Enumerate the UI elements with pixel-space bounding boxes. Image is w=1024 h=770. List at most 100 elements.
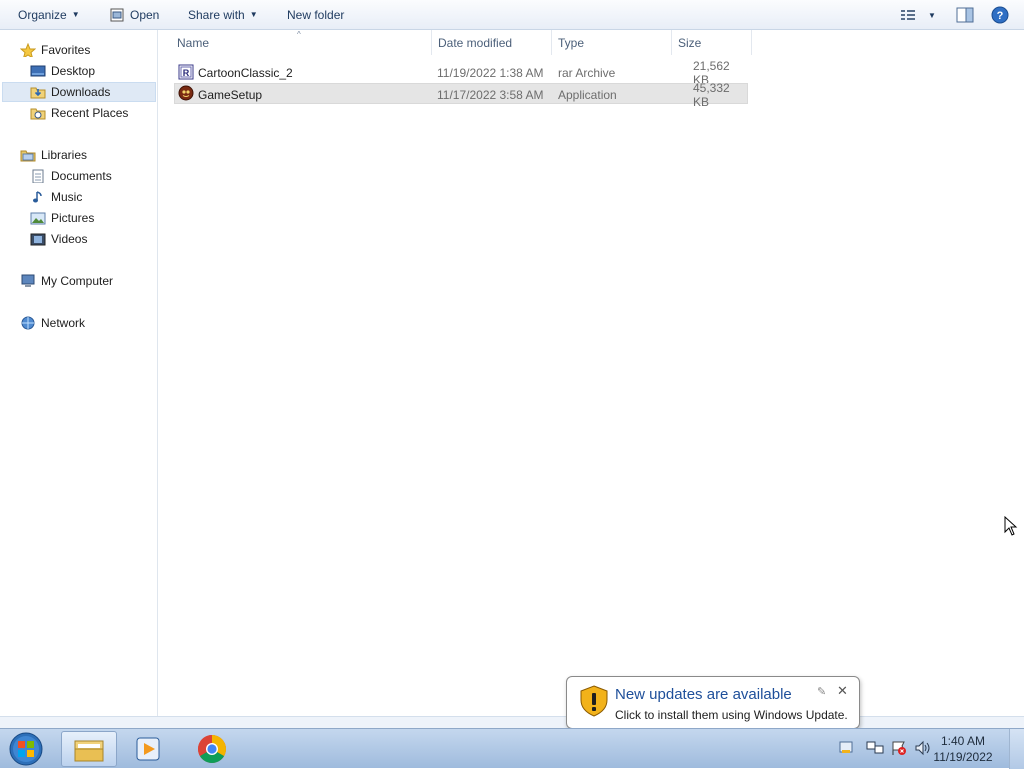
nav-videos[interactable]: Videos xyxy=(30,229,87,249)
file-row[interactable]: R CartoonClassic_2 11/19/2022 1:38 AM ra… xyxy=(174,59,748,87)
nav-videos-label: Videos xyxy=(51,232,88,246)
svg-text:?: ? xyxy=(997,10,1004,22)
libraries-icon xyxy=(20,150,36,162)
nav-network[interactable]: Network xyxy=(20,313,85,333)
explorer-folder-icon xyxy=(74,740,104,762)
file-date: 11/17/2022 3:58 AM xyxy=(437,87,544,102)
column-name[interactable]: Name xyxy=(171,30,432,55)
windows-start-icon xyxy=(9,732,43,766)
documents-icon xyxy=(32,169,44,183)
chevron-down-icon: ▼ xyxy=(249,10,258,19)
pictures-icon xyxy=(30,212,46,225)
help-button[interactable]: ? xyxy=(991,5,1009,25)
show-desktop-button[interactable] xyxy=(1009,729,1024,769)
media-player-icon xyxy=(136,737,160,761)
nav-libraries[interactable]: Libraries xyxy=(20,145,87,165)
videos-icon xyxy=(30,233,46,246)
new-folder-label: New folder xyxy=(287,7,345,22)
share-with-button[interactable]: Share with ▼ xyxy=(188,0,258,29)
navigation-pane: Favorites Desktop Downloads Recent Place… xyxy=(0,30,158,716)
windows-update-notification[interactable]: New updates are available Click to insta… xyxy=(566,676,860,740)
mouse-cursor-icon xyxy=(1004,516,1018,536)
nav-downloads-label: Downloads xyxy=(51,85,111,99)
new-folder-button[interactable]: New folder xyxy=(287,0,344,29)
nav-favorites[interactable]: Favorites xyxy=(20,40,90,60)
nav-music[interactable]: Music xyxy=(30,187,82,207)
clock-time: 1:40 AM xyxy=(940,734,986,748)
warning-shield-icon xyxy=(580,685,608,717)
notification-text: Click to install them using Windows Upda… xyxy=(615,708,848,722)
svg-text:R: R xyxy=(183,68,190,78)
network-icon xyxy=(21,316,35,330)
nav-downloads[interactable]: Downloads xyxy=(2,82,156,102)
windows-update-tray-icon[interactable] xyxy=(838,739,854,758)
recent-places-icon xyxy=(30,108,46,120)
nav-my-computer[interactable]: My Computer xyxy=(20,271,113,291)
rar-archive-icon: R xyxy=(178,64,194,80)
organize-label: Organize xyxy=(18,7,67,22)
open-button[interactable]: Open xyxy=(109,0,159,29)
network-monitors-icon xyxy=(866,741,884,754)
command-bar: Organize ▼ Open Share with ▼ New folder … xyxy=(0,0,1024,30)
chevron-down-icon: ▼ xyxy=(71,10,80,19)
music-icon xyxy=(33,191,42,203)
update-tray-icon xyxy=(839,741,853,753)
flag-error-icon xyxy=(892,741,906,755)
nav-network-label: Network xyxy=(41,316,86,330)
file-date: 11/19/2022 1:38 AM xyxy=(437,65,544,80)
file-type: Application xyxy=(558,87,617,102)
nav-favorites-label: Favorites xyxy=(41,43,91,57)
pin-icon[interactable]: ✎ xyxy=(817,685,826,698)
column-date-modified[interactable]: Date modified xyxy=(432,30,552,55)
nav-libraries-label: Libraries xyxy=(41,148,88,162)
organize-button[interactable]: Organize ▼ xyxy=(18,0,80,29)
action-center-tray-icon[interactable] xyxy=(890,740,908,759)
preview-pane-button[interactable] xyxy=(956,5,974,25)
preview-pane-icon xyxy=(956,7,974,23)
nav-documents-label: Documents xyxy=(51,169,112,183)
nav-music-label: Music xyxy=(51,190,83,204)
close-icon[interactable]: ✕ xyxy=(837,683,848,699)
open-icon xyxy=(110,8,124,21)
system-clock[interactable]: 1:40 AM 11/19/2022 xyxy=(928,733,998,765)
nav-my-computer-label: My Computer xyxy=(41,274,114,288)
taskbar-media-player-button[interactable] xyxy=(120,731,176,767)
column-type[interactable]: Type xyxy=(552,30,672,55)
computer-icon xyxy=(21,274,35,287)
nav-recent-places[interactable]: Recent Places xyxy=(30,103,128,123)
chrome-icon xyxy=(198,735,226,763)
notification-title: New updates are available xyxy=(615,686,792,703)
taskbar-explorer-button[interactable] xyxy=(61,731,117,767)
view-list-icon xyxy=(901,10,915,20)
column-size-label: Size xyxy=(678,35,702,50)
nav-desktop[interactable]: Desktop xyxy=(30,61,95,81)
nav-documents[interactable]: Documents xyxy=(30,166,112,186)
chevron-down-icon[interactable]: ▼ xyxy=(928,11,936,20)
column-size[interactable]: Size xyxy=(672,30,752,55)
share-with-label: Share with xyxy=(188,7,245,22)
taskbar-chrome-button[interactable] xyxy=(184,731,240,767)
star-icon xyxy=(20,43,36,57)
column-date-label: Date modified xyxy=(438,35,513,50)
clock-date: 11/19/2022 xyxy=(933,750,993,764)
file-name: CartoonClassic_2 xyxy=(198,65,293,80)
network-tray-icon[interactable] xyxy=(866,740,884,759)
application-icon xyxy=(178,85,194,101)
help-icon: ? xyxy=(991,6,1009,24)
change-view-button[interactable]: ▼ xyxy=(900,5,936,25)
column-type-label: Type xyxy=(558,35,585,50)
desktop-icon xyxy=(30,65,46,77)
file-type: rar Archive xyxy=(558,65,616,80)
taskbar: 1:40 AM 11/19/2022 xyxy=(0,728,1024,769)
nav-pictures-label: Pictures xyxy=(51,211,95,225)
file-name: GameSetup xyxy=(198,87,263,102)
file-size: 45,332 KB xyxy=(693,80,730,109)
nav-recent-places-label: Recent Places xyxy=(51,106,129,120)
nav-pictures[interactable]: Pictures xyxy=(30,208,94,228)
start-button[interactable] xyxy=(6,731,46,767)
nav-desktop-label: Desktop xyxy=(51,64,96,78)
downloads-folder-icon xyxy=(30,87,46,99)
column-headers: ^ Name Date modified Type Size xyxy=(159,30,1024,55)
file-row-selected[interactable]: GameSetup 11/17/2022 3:58 AM Application… xyxy=(174,80,748,109)
column-name-label: Name xyxy=(177,35,210,50)
